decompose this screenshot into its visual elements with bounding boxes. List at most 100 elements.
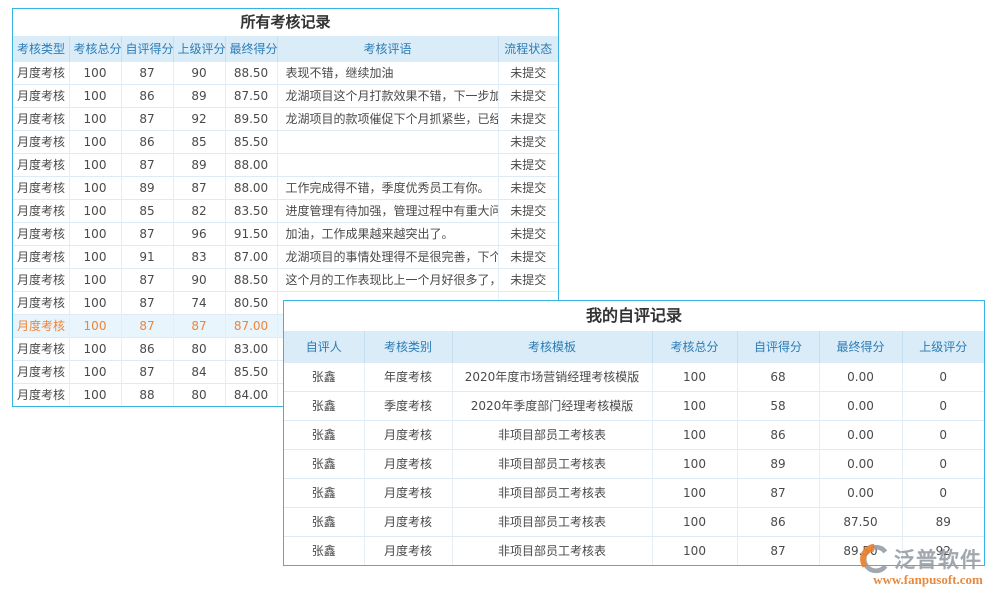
self-records-body: 张鑫 年度考核 2020年度市场营销经理考核模版 100 68 0.00 0 张… [284,362,984,565]
cell-self-score: 89 [737,449,819,478]
cell-assess-type: 月度考核 [13,176,69,199]
col-header-superior-score: 上级评分 [173,36,225,61]
cell-flow-status: 未提交 [498,153,558,176]
col-header-final-score: 最终得分 [819,331,902,362]
cell-assess-type: 月度考核 [13,314,69,337]
cell-self-score: 87 [121,61,173,84]
cell-self-score: 58 [737,391,819,420]
cell-flow-status: 未提交 [498,176,558,199]
cell-total-score: 100 [652,536,737,565]
cell-evaluator: 张鑫 [284,507,364,536]
assessment-record-row[interactable]: 月度考核 100 86 85 85.50 未提交 [13,130,558,153]
cell-final-score: 85.50 [225,360,277,383]
cell-flow-status: 未提交 [498,268,558,291]
cell-self-score: 86 [121,130,173,153]
cell-template: 2020年度市场营销经理考核模版 [452,362,652,391]
col-header-self-score: 自评得分 [737,331,819,362]
cell-total-score: 100 [652,362,737,391]
cell-superior-score: 0 [902,362,984,391]
cell-assess-category: 季度考核 [364,391,452,420]
assessment-record-row[interactable]: 月度考核 100 87 90 88.50 这个月的工作表现比上一个月好很多了，继… [13,268,558,291]
cell-self-score: 87 [737,478,819,507]
cell-self-score: 87 [121,222,173,245]
cell-self-score: 86 [121,337,173,360]
cell-self-score: 87 [121,107,173,130]
cell-superior-score: 0 [902,391,984,420]
cell-self-score: 85 [121,199,173,222]
cell-assess-category: 月度考核 [364,507,452,536]
cell-assess-type: 月度考核 [13,245,69,268]
vendor-brand-name: 泛普软件 [894,544,982,574]
cell-superior-score: 0 [902,449,984,478]
cell-flow-status: 未提交 [498,61,558,84]
cell-final-score: 87.50 [225,84,277,107]
cell-comment: 这个月的工作表现比上一个月好很多了，继续加油！ [277,268,498,291]
cell-total-score: 100 [652,420,737,449]
col-header-assess-type: 考核类型 [13,36,69,61]
cell-assess-type: 月度考核 [13,153,69,176]
assessment-record-row[interactable]: 月度考核 100 86 89 87.50 龙湖项目这个月打款效果不错，下一步加紧… [13,84,558,107]
vendor-url: www.fanpusoft.com [858,572,998,588]
cell-comment: 表现不错，继续加油 [277,61,498,84]
cell-self-score: 86 [737,507,819,536]
cell-comment: 龙湖项目的款项催促下个月抓紧些，已经拖了三个多... [277,107,498,130]
cell-evaluator: 张鑫 [284,362,364,391]
cell-final-score: 87.00 [225,245,277,268]
assessment-record-row[interactable]: 月度考核 100 89 87 88.00 工作完成得不错，季度优秀员工有你。 未… [13,176,558,199]
cell-comment [277,130,498,153]
self-record-row[interactable]: 张鑫 年度考核 2020年度市场营销经理考核模版 100 68 0.00 0 [284,362,984,391]
assessment-record-row[interactable]: 月度考核 100 87 89 88.00 未提交 [13,153,558,176]
assessment-record-row[interactable]: 月度考核 100 87 92 89.50 龙湖项目的款项催促下个月抓紧些，已经拖… [13,107,558,130]
cell-template: 非项目部员工考核表 [452,449,652,478]
cell-superior-score: 82 [173,199,225,222]
cell-assess-category: 年度考核 [364,362,452,391]
cell-superior-score: 0 [902,478,984,507]
cell-flow-status: 未提交 [498,107,558,130]
cell-self-score: 91 [121,245,173,268]
self-record-row[interactable]: 张鑫 季度考核 2020年季度部门经理考核模版 100 58 0.00 0 [284,391,984,420]
col-header-superior-score: 上级评分 [902,331,984,362]
cell-assess-type: 月度考核 [13,268,69,291]
cell-total-score: 100 [69,84,121,107]
cell-final-score: 80.50 [225,291,277,314]
cell-comment: 龙湖项目这个月打款效果不错，下一步加紧金科项目... [277,84,498,107]
cell-template: 非项目部员工考核表 [452,536,652,565]
cell-assess-type: 月度考核 [13,199,69,222]
cell-assess-type: 月度考核 [13,84,69,107]
cell-self-score: 68 [737,362,819,391]
cell-final-score: 83.50 [225,199,277,222]
self-record-row[interactable]: 张鑫 月度考核 非项目部员工考核表 100 89 0.00 0 [284,449,984,478]
self-record-row[interactable]: 张鑫 月度考核 非项目部员工考核表 100 86 0.00 0 [284,420,984,449]
cell-self-score: 87 [737,536,819,565]
cell-final-score: 0.00 [819,362,902,391]
assessment-record-row[interactable]: 月度考核 100 91 83 87.00 龙湖项目的事情处理得不是很完善，下个月… [13,245,558,268]
cell-template: 非项目部员工考核表 [452,420,652,449]
assessment-record-row[interactable]: 月度考核 100 85 82 83.50 进度管理有待加强，管理过程中有重大问题… [13,199,558,222]
cell-evaluator: 张鑫 [284,391,364,420]
self-record-row[interactable]: 张鑫 月度考核 非项目部员工考核表 100 87 0.00 0 [284,478,984,507]
col-header-total-score: 考核总分 [69,36,121,61]
cell-assess-type: 月度考核 [13,291,69,314]
cell-evaluator: 张鑫 [284,420,364,449]
cell-total-score: 100 [69,199,121,222]
cell-comment: 加油，工作成果越来越突出了。 [277,222,498,245]
cell-total-score: 100 [69,153,121,176]
assessment-record-row[interactable]: 月度考核 100 87 96 91.50 加油，工作成果越来越突出了。 未提交 [13,222,558,245]
self-record-row[interactable]: 张鑫 月度考核 非项目部员工考核表 100 86 87.50 89 [284,507,984,536]
cell-total-score: 100 [69,268,121,291]
cell-total-score: 100 [652,449,737,478]
cell-final-score: 0.00 [819,478,902,507]
cell-final-score: 83.00 [225,337,277,360]
assessment-record-row[interactable]: 月度考核 100 87 90 88.50 表现不错，继续加油 未提交 [13,61,558,84]
cell-assess-type: 月度考核 [13,383,69,406]
cell-superior-score: 87 [173,176,225,199]
cell-total-score: 100 [69,130,121,153]
cell-self-score: 89 [121,176,173,199]
col-header-total-score: 考核总分 [652,331,737,362]
cell-evaluator: 张鑫 [284,478,364,507]
cell-self-score: 87 [121,360,173,383]
cell-assess-type: 月度考核 [13,337,69,360]
cell-total-score: 100 [69,383,121,406]
cell-self-score: 87 [121,291,173,314]
cell-total-score: 100 [69,337,121,360]
